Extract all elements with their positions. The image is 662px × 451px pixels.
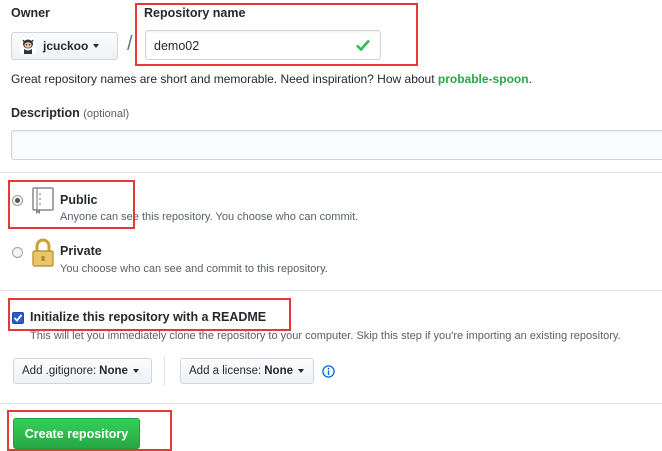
chevron-down-icon [132,369,139,373]
check-icon [356,39,370,54]
readme-label[interactable]: Initialize this repository with a README [30,310,266,324]
private-title: Private [60,244,102,258]
description-optional: (optional) [83,108,130,120]
divider [0,172,662,173]
repo-name-hint: Great repository names are short and mem… [11,72,532,86]
description-label-text: Description [11,106,80,120]
license-select[interactable]: Add a license: None [180,358,314,384]
name-hint-text: Great repository names are short and mem… [11,72,438,86]
readme-checkbox[interactable] [12,312,24,324]
description-label: Description (optional) [11,106,129,120]
divider [0,290,662,291]
description-input[interactable] [11,130,662,160]
readme-description: This will let you immediately clone the … [30,330,621,342]
owner-username: jcuckoo [43,39,89,53]
public-description: Anyone can see this repository. You choo… [60,211,359,223]
repo-book-icon [32,187,54,218]
vertical-divider [164,356,165,386]
gitignore-value: None [99,365,128,377]
repo-name-label: Repository name [144,6,246,20]
owner-label: Owner [11,6,50,20]
chevron-down-icon [298,369,304,373]
lock-icon [32,238,54,271]
public-radio[interactable] [12,195,23,206]
license-value: None [264,365,293,377]
repo-name-value: demo02 [154,39,200,53]
owner-avatar-icon [20,38,36,54]
private-radio[interactable] [12,247,23,258]
public-title: Public [60,193,98,207]
license-label: Add a license: [189,365,262,377]
private-description: You choose who can see and commit to thi… [60,263,328,275]
owner-repo-separator: / [127,33,133,55]
name-suggestion-link[interactable]: probable-spoon [438,72,529,86]
chevron-down-icon [93,44,100,48]
info-icon[interactable] [322,365,335,381]
divider [0,403,662,404]
repo-name-input[interactable]: demo02 [145,30,381,60]
name-hint-end: . [528,72,532,86]
owner-select[interactable]: jcuckoo [11,32,118,60]
create-repository-button[interactable]: Create repository [13,418,140,449]
gitignore-label: Add .gitignore: [22,365,97,377]
gitignore-select[interactable]: Add .gitignore: None [13,358,152,384]
